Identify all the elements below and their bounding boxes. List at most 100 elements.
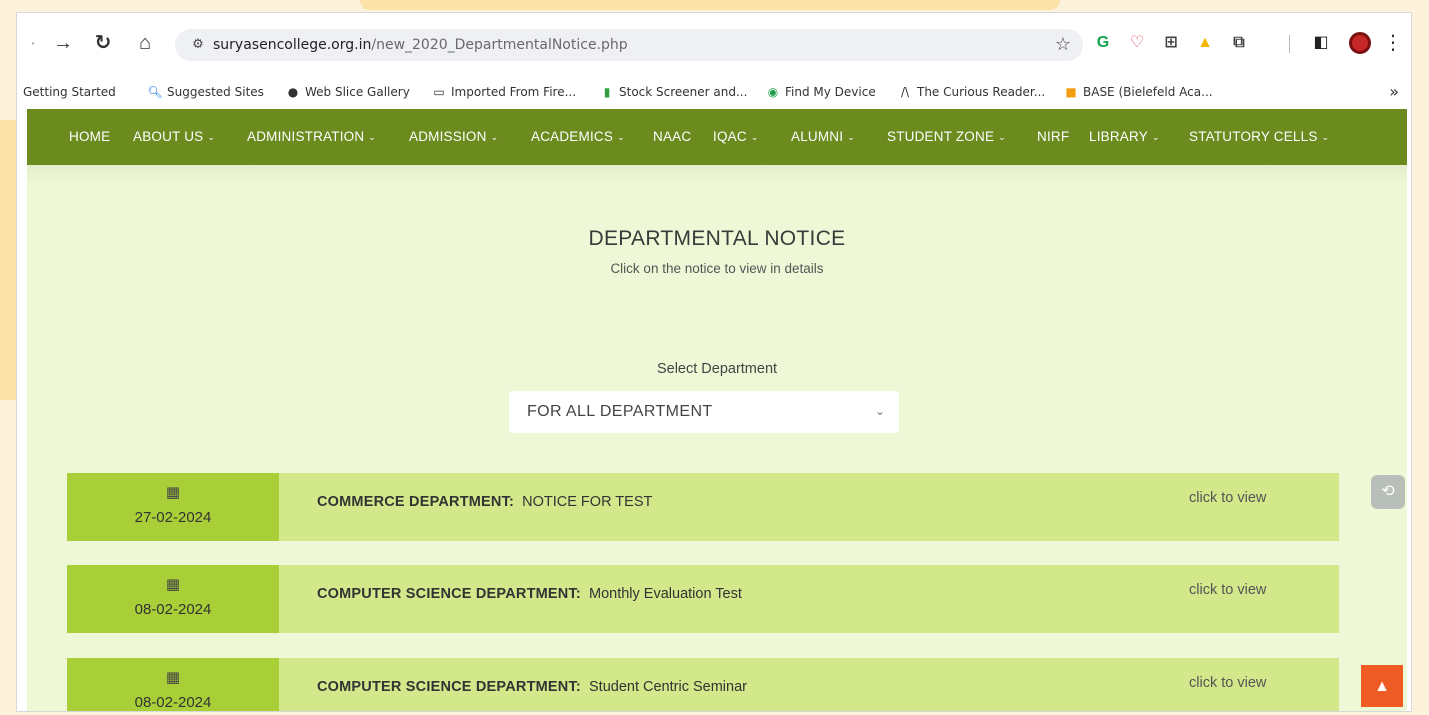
notice-date-box: ▦ 08-02-2024 xyxy=(67,565,279,633)
nav-label: HOME xyxy=(69,129,111,144)
calendar-icon: ▦ xyxy=(165,484,181,501)
grammarly-icon[interactable]: G xyxy=(1091,31,1115,55)
page-backdrop-accent-top xyxy=(360,0,1060,10)
chevron-down-icon: ⌄ xyxy=(490,132,499,142)
nav-item-iqac[interactable]: IQAC ⌄ xyxy=(713,109,759,166)
extension-icon[interactable]: ⊞ xyxy=(1159,31,1183,55)
toolbar-separator xyxy=(1289,35,1290,53)
notice-title: Student Centric Seminar xyxy=(589,679,747,695)
nav-item-administration[interactable]: ADMINISTRATION ⌄ xyxy=(247,109,376,166)
address-bar[interactable]: ⚙ suryasencollege.org.in/new_2020_Depart… xyxy=(175,29,1083,61)
bookmarks-bar: Getting Started 🔍︎ Suggested Sites ● Web S… xyxy=(17,75,1411,109)
profile-avatar[interactable] xyxy=(1349,32,1371,54)
click-to-view-link[interactable]: click to view xyxy=(1189,658,1266,708)
globe-icon: ● xyxy=(287,85,299,99)
notice-row[interactable]: ▦ 08-02-2024 COMPUTER SCIENCE DEPARTMENT… xyxy=(67,565,1339,633)
bookmark-label: Stock Screener and... xyxy=(619,85,748,99)
nav-label: ADMINISTRATION xyxy=(247,129,365,144)
search-icon: 🔍︎ xyxy=(147,85,163,99)
back-arrow-icon[interactable]: · xyxy=(21,29,45,57)
drive-icon[interactable]: ▲ xyxy=(1193,31,1217,55)
notice-date-box: ▦ 27-02-2024 xyxy=(67,473,279,541)
nav-item-library[interactable]: LIBRARY ⌄ xyxy=(1089,109,1160,166)
nav-label: NIRF xyxy=(1037,129,1070,144)
click-to-view-link[interactable]: click to view xyxy=(1189,473,1266,523)
bookmark-label: Imported From Fire... xyxy=(451,85,577,99)
menu-dots-icon[interactable]: ⋮ xyxy=(1383,29,1403,57)
nav-item-naac[interactable]: NAAC xyxy=(653,109,691,165)
nav-label: ACADEMICS xyxy=(531,129,614,144)
calendar-icon: ▦ xyxy=(165,669,181,686)
base-icon: ■ xyxy=(1065,85,1077,99)
nav-label: NAAC xyxy=(653,129,692,144)
nav-item-alumni[interactable]: ALUMNI ⌄ xyxy=(791,109,855,166)
bookmark-label: Web Slice Gallery xyxy=(305,85,410,99)
nav-label: ADMISSION xyxy=(409,129,487,144)
bookmark-label: Suggested Sites xyxy=(167,85,264,99)
notice-date: 08-02-2024 xyxy=(134,601,212,618)
nav-label: ABOUT US xyxy=(133,129,204,144)
nav-item-about-us[interactable]: ABOUT US ⌄ xyxy=(133,109,215,166)
bookmark-web-slice-gallery[interactable]: ● Web Slice Gallery xyxy=(285,75,410,109)
nav-item-home[interactable]: HOME xyxy=(69,109,110,165)
bookmark-imported[interactable]: ▭ Imported From Fire... xyxy=(431,75,576,109)
bookmark-stock-screener[interactable]: ▮ Stock Screener and... xyxy=(599,75,748,109)
bookmark-label: Getting Started xyxy=(23,85,116,99)
nav-item-admission[interactable]: ADMISSION ⌄ xyxy=(409,109,498,166)
nav-item-academics[interactable]: ACADEMICS ⌄ xyxy=(531,109,625,166)
nav-item-statutory-cells[interactable]: STATUTORY CELLS ⌄ xyxy=(1189,109,1329,166)
nav-label: STATUTORY CELLS xyxy=(1189,129,1318,144)
notice-title: Monthly Evaluation Test xyxy=(589,586,742,602)
notice-text: COMMERCE DEPARTMENT: NOTICE FOR TEST xyxy=(317,473,652,531)
page-subtitle: Click on the notice to view in details xyxy=(610,261,824,276)
chevron-down-icon: ⌄ xyxy=(998,132,1006,142)
notice-text: COMPUTER SCIENCE DEPARTMENT: Student Cen… xyxy=(317,658,747,711)
bookmark-curious-reader[interactable]: /\ The Curious Reader... xyxy=(897,75,1045,109)
bookmark-suggested-sites[interactable]: 🔍︎ Suggested Sites xyxy=(147,75,264,109)
star-icon[interactable]: ☆ xyxy=(1055,29,1071,61)
floating-widget-icon[interactable]: ⟲ xyxy=(1371,475,1405,509)
puzzle-icon[interactable]: ⧉ xyxy=(1227,31,1251,55)
chevron-down-icon: ⌄ xyxy=(1151,132,1160,142)
nav-item-nirf[interactable]: NIRF xyxy=(1037,109,1069,165)
chevron-down-icon: ⌄ xyxy=(368,132,377,142)
nav-label: ALUMNI xyxy=(791,129,844,144)
content-shadow xyxy=(27,165,1407,185)
department-select[interactable]: FOR ALL DEPARTMENT ⌄ xyxy=(509,391,899,433)
department-select-value: FOR ALL DEPARTMENT xyxy=(527,403,713,420)
bookmark-find-my-device[interactable]: ◉ Find My Device xyxy=(765,75,876,109)
url-text: suryasencollege.org.in/new_2020_Departme… xyxy=(213,29,628,61)
bookmark-base[interactable]: ■ BASE (Bielefeld Aca... xyxy=(1063,75,1213,109)
notice-title: NOTICE FOR TEST xyxy=(522,494,653,510)
notice-date-box: ▦ 08-02-2024 xyxy=(67,658,279,711)
notice-date: 27-02-2024 xyxy=(134,509,212,526)
scroll-to-top-button[interactable]: ▲ xyxy=(1361,665,1403,707)
notice-department: COMPUTER SCIENCE DEPARTMENT: xyxy=(317,679,581,695)
url-path: /new_2020_DepartmentalNotice.php xyxy=(371,37,628,53)
side-panel-icon[interactable]: ◧ xyxy=(1309,31,1333,55)
bookmark-label: The Curious Reader... xyxy=(917,85,1046,99)
bookmarks-more-button[interactable]: » xyxy=(1389,75,1399,109)
notice-text: COMPUTER SCIENCE DEPARTMENT: Monthly Eva… xyxy=(317,565,742,623)
bookmark-getting-started[interactable]: Getting Started xyxy=(23,75,116,109)
find-device-icon: ◉ xyxy=(767,85,779,99)
nav-label: LIBRARY xyxy=(1089,129,1148,144)
chevron-down-icon: ⌄ xyxy=(750,132,759,142)
notice-row[interactable]: ▦ 27-02-2024 COMMERCE DEPARTMENT: NOTICE… xyxy=(67,473,1339,541)
chevron-down-icon: ⌄ xyxy=(875,406,885,418)
bookmark-label: BASE (Bielefeld Aca... xyxy=(1083,85,1213,99)
calendar-icon: ▦ xyxy=(165,576,181,593)
chevron-down-icon: ⌄ xyxy=(1321,132,1330,142)
click-to-view-link[interactable]: click to view xyxy=(1189,565,1266,615)
reload-icon[interactable]: ↻ xyxy=(91,29,115,57)
bar-chart-icon: ▮ xyxy=(603,85,611,99)
notice-date: 08-02-2024 xyxy=(134,694,212,711)
forward-arrow-icon[interactable]: → xyxy=(51,29,75,57)
curious-reader-icon: /\ xyxy=(900,85,910,99)
pocket-icon[interactable]: ♡ xyxy=(1125,31,1149,55)
home-icon[interactable]: ⌂ xyxy=(133,29,157,57)
site-info-icon[interactable]: ⚙ xyxy=(187,29,209,61)
notice-row[interactable]: ▦ 08-02-2024 COMPUTER SCIENCE DEPARTMENT… xyxy=(67,658,1339,711)
nav-item-student-zone[interactable]: STUDENT ZONE ⌄ xyxy=(887,109,1006,166)
chevron-down-icon: ⌄ xyxy=(207,132,216,142)
